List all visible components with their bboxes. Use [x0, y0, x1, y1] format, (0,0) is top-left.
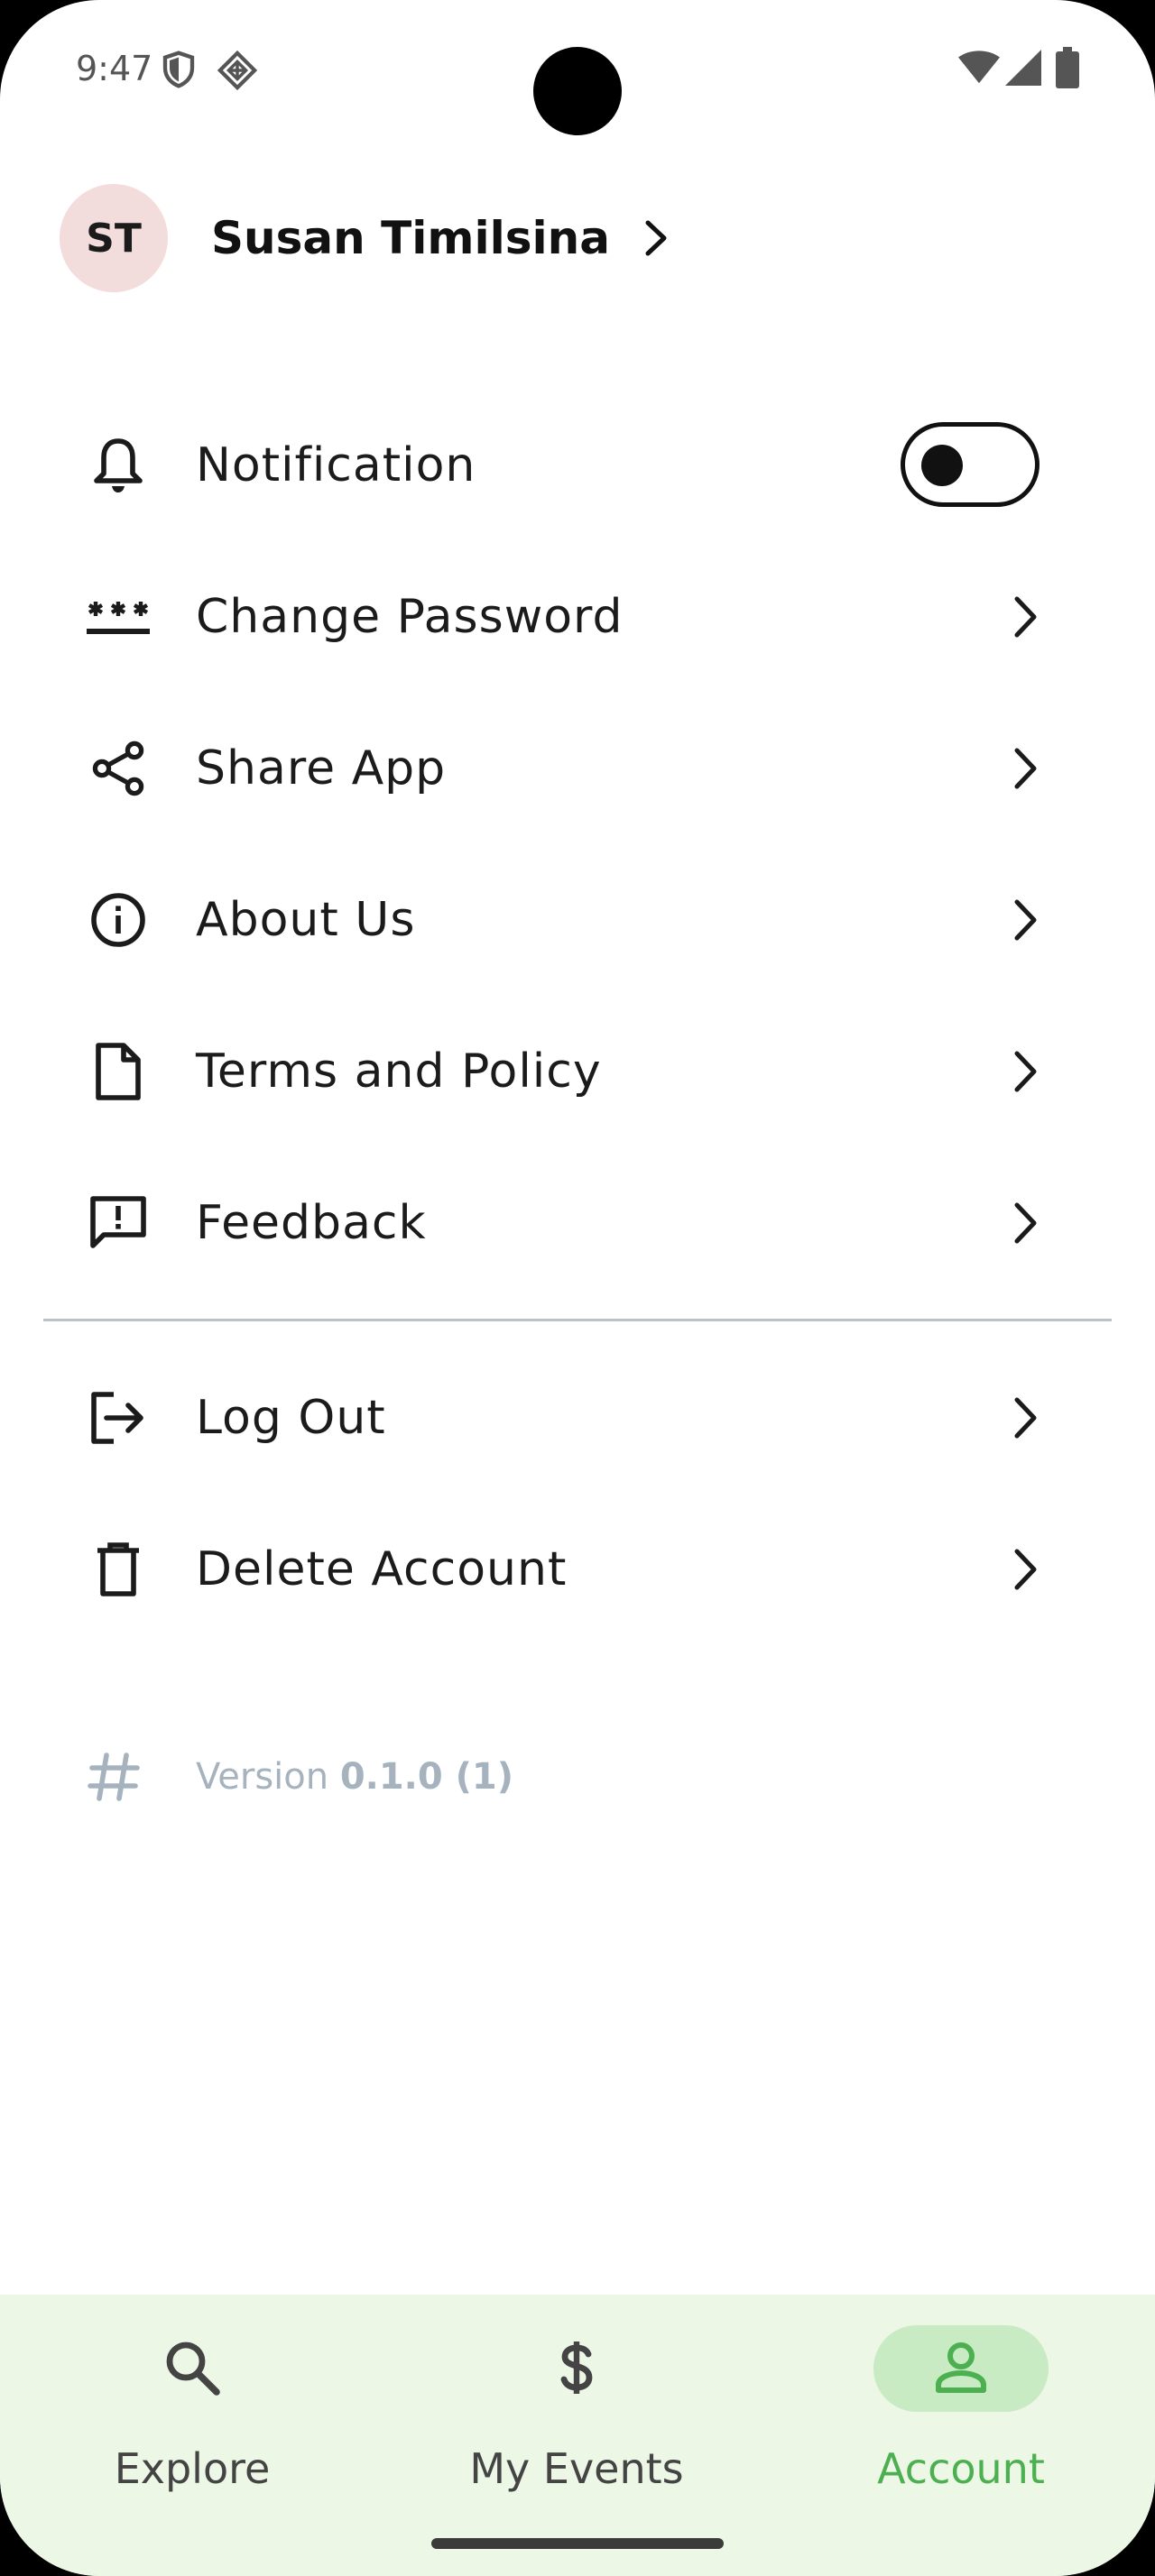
chevron-right-icon [1014, 596, 1037, 638]
notification-label: Notification [196, 438, 476, 492]
nav-label-explore: Explore [114, 2444, 271, 2493]
log-out-label: Log Out [196, 1391, 386, 1445]
version-label: Version 0.1.0 (1) [196, 1756, 513, 1798]
profile-header[interactable]: ST Susan Timilsina [60, 184, 671, 292]
status-time: 9:47 [76, 49, 153, 88]
notification-toggle[interactable] [901, 422, 1040, 507]
signal-icon [1005, 50, 1041, 86]
account-screen: 9:47 ST Susan Timilsina Notification Cha… [0, 0, 1155, 2576]
info-icon [87, 888, 150, 952]
nav-label-my-events: My Events [469, 2444, 684, 2493]
logout-icon [87, 1386, 150, 1449]
terms-policy-row[interactable]: Terms and Policy [0, 996, 1155, 1147]
version-info: Version 0.1.0 (1) [87, 1741, 513, 1813]
nav-label-account: Account [877, 2444, 1045, 2493]
feedback-row[interactable]: Feedback [0, 1147, 1155, 1299]
document-icon [87, 1040, 150, 1103]
avatar-initials: ST [86, 215, 142, 262]
bottom-navigation: Explore My Events Account [0, 2295, 1155, 2576]
share-icon [87, 737, 150, 800]
dollar-icon [560, 2341, 593, 2394]
chevron-right-icon [1014, 1549, 1037, 1590]
trash-icon [87, 1538, 150, 1601]
status-bar: 9:47 [0, 0, 1155, 135]
delete-account-row[interactable]: Delete Account [0, 1494, 1155, 1645]
chevron-right-icon [1014, 1051, 1037, 1092]
home-indicator[interactable] [431, 2538, 724, 2549]
nav-item-account[interactable]: Account [769, 2295, 1153, 2520]
avatar: ST [60, 184, 168, 292]
hash-icon [88, 1753, 140, 1801]
feedback-label: Feedback [196, 1196, 427, 1250]
toggle-knob [921, 445, 963, 486]
version-prefix: Version [196, 1756, 329, 1798]
change-password-label: Change Password [196, 590, 624, 644]
diamond-grid-icon [217, 50, 258, 91]
version-number: 0.1.0 (1) [339, 1756, 514, 1798]
person-icon [936, 2342, 986, 2393]
about-us-row[interactable]: About Us [0, 844, 1155, 996]
terms-policy-label: Terms and Policy [196, 1044, 602, 1099]
feedback-icon [87, 1191, 150, 1255]
chevron-right-icon [1014, 1397, 1037, 1439]
share-app-row[interactable]: Share App [0, 693, 1155, 844]
nav-item-my-events[interactable]: My Events [384, 2295, 769, 2520]
chevron-right-icon [1014, 1202, 1037, 1244]
nav-item-explore[interactable]: Explore [0, 2295, 384, 2520]
chevron-right-icon [1014, 899, 1037, 941]
bell-icon [87, 434, 150, 497]
divider [43, 1319, 1112, 1321]
battery-icon [1056, 47, 1079, 88]
delete-account-label: Delete Account [196, 1542, 568, 1596]
wifi-icon [958, 51, 1000, 84]
search-icon [166, 2341, 220, 2396]
change-password-row[interactable]: Change Password [0, 541, 1155, 693]
camera-cutout [533, 47, 622, 135]
about-us-label: About Us [196, 893, 416, 947]
profile-name: Susan Timilsina [211, 212, 610, 264]
chevron-right-icon [1014, 748, 1037, 789]
share-app-label: Share App [196, 741, 447, 796]
password-icon [87, 585, 150, 649]
chevron-right-icon [645, 220, 667, 256]
shield-icon [162, 51, 195, 88]
log-out-row[interactable]: Log Out [0, 1342, 1155, 1494]
